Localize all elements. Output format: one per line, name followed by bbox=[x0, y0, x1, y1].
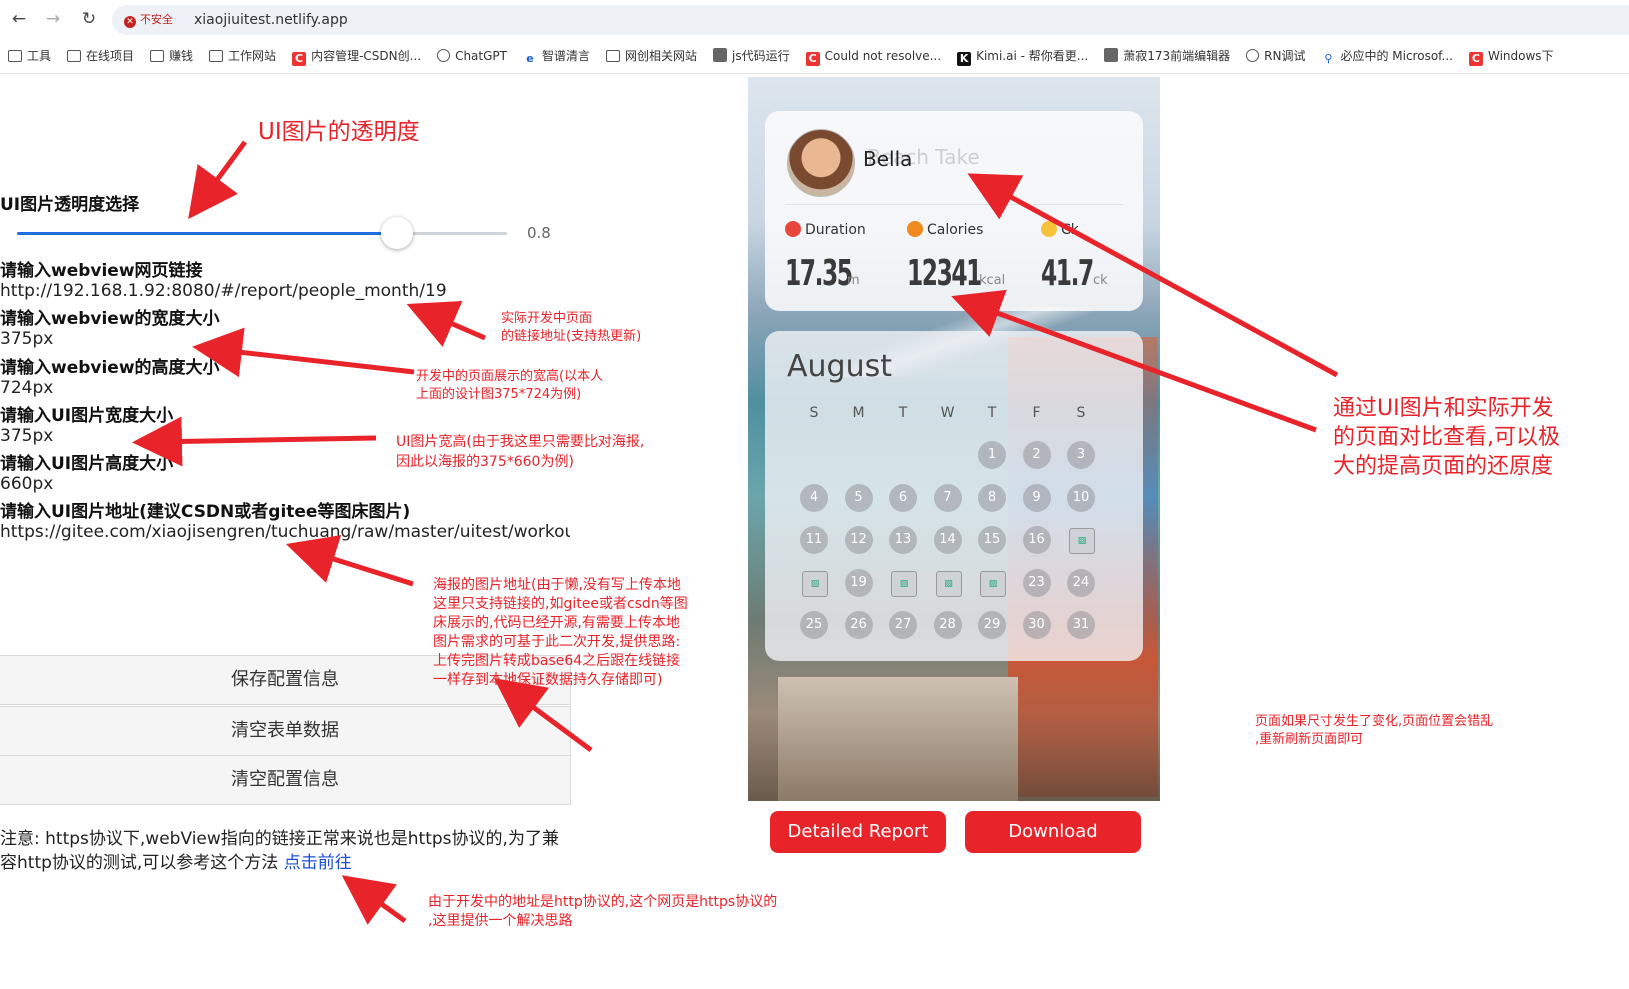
arrow-opacity bbox=[188, 140, 248, 220]
arrow-ui-size bbox=[132, 416, 377, 467]
arrow-poster-url bbox=[285, 535, 414, 587]
arrow-webview-size bbox=[192, 327, 415, 378]
arrow-http bbox=[341, 875, 407, 925]
arrow-save bbox=[493, 678, 593, 753]
annotation-arrows bbox=[132, 140, 1339, 925]
arrow-compare-name bbox=[967, 173, 1339, 378]
arrow-url bbox=[406, 300, 486, 347]
arrow-compare-stats bbox=[951, 289, 1317, 433]
